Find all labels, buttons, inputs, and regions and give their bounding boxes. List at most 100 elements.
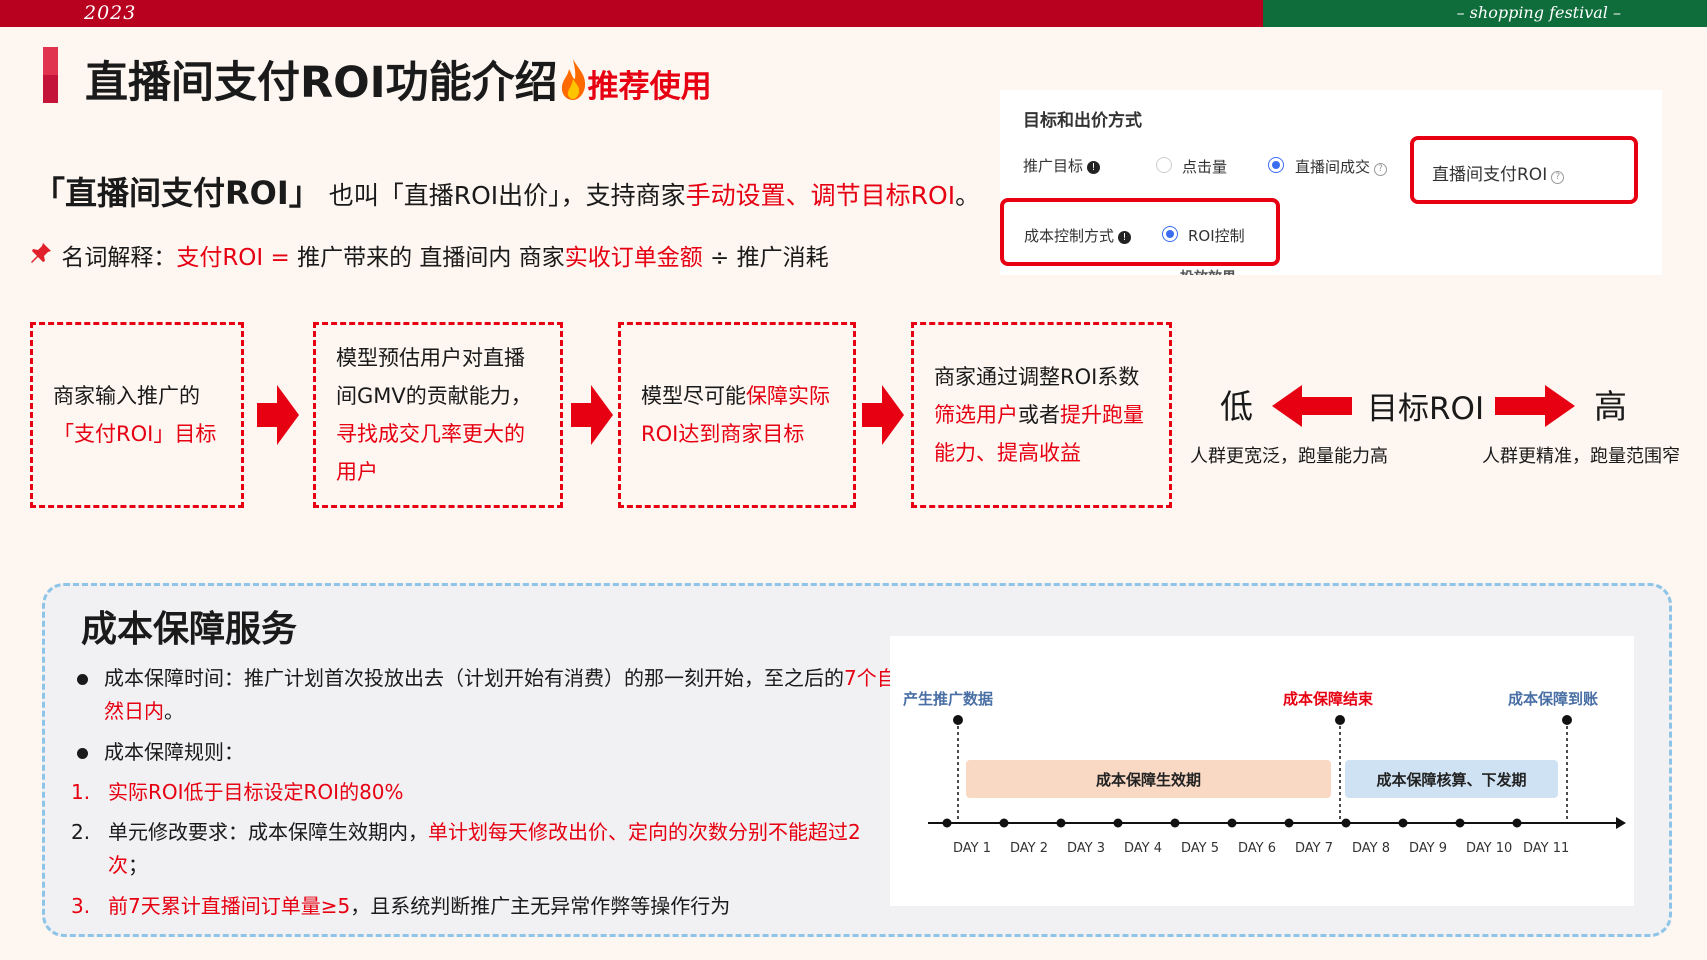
definition-label: 名词解释： [61,245,177,271]
timeline-day-label: DAY 5 [1181,841,1220,856]
timeline-day-label: DAY 9 [1409,841,1448,856]
radio-live-deal[interactable] [1268,157,1284,173]
timeline-day-dot [1113,818,1123,828]
flow-step-4: 商家通过调整ROI系数 筛选用户或者提升跑量能力、提高收益 [911,322,1172,508]
info-icon: ! [1118,231,1132,244]
title-accent-bar [43,47,58,103]
opt-live-deal-label: 直播间成交? [1295,156,1388,177]
opt-live-pay-roi-label: 直播间支付ROI? [1432,160,1565,185]
info-icon: ! [1087,161,1101,174]
banner-year: 2023 [84,2,137,24]
cost-time-end: 。 [164,699,184,723]
cost-protection-section: 成本保障服务 成本保障时间：推广计划首次投放出去（计划开始有消费）的那一刻开始，… [42,583,1672,937]
cost-title: 成本保障服务 [81,609,298,650]
flow-step-1-red: 「支付ROI」目标 [53,422,217,446]
fire-icon [561,59,585,100]
flow-step-4-plain2: 或者 [1018,403,1060,427]
definition-part2: 推广消耗 [736,245,829,271]
timeline-axis-arrow [1616,817,1626,829]
rule-3-tail: ，且系统判断推广主无异常作弊等操作行为 [350,894,731,918]
rule-number: 2. [71,820,91,844]
rule-1-red: 实际ROI低于目标设定ROI的80% [108,780,404,804]
cost-time-label: 成本保障时间：推广计划首次投放出去（计划开始有消费）的那一刻开始，至之后的 [104,666,844,690]
cost-rule-1: 1. 实际ROI低于目标设定ROI的80% [71,776,891,809]
timeline-day-label: DAY 7 [1295,841,1334,856]
timeline-day-dot [1284,818,1294,828]
timeline-day-label: DAY 8 [1352,841,1391,856]
panel-title: 目标和出价方式 [1023,111,1142,131]
opt-roi-control-label: ROI控制 [1188,227,1245,245]
timeline-day-dot [1512,818,1522,828]
timeline-day-label: DAY 11 [1523,841,1570,856]
arrow-right-icon [257,385,299,445]
rule-2-tail: ； [128,853,148,877]
roi-target: 目标ROI [1367,391,1485,427]
pushpin-icon [31,243,51,263]
definition-line: 名词解释：支付ROI = 推广带来的 直播间内 商家实收订单金额 ÷ 推广消耗 [28,238,829,272]
panel-cut-text: 投放效果 [1180,267,1236,275]
page-title: 直播间支付ROI功能介绍 推荐使用 [85,48,712,110]
timeline-day-dot [942,818,952,828]
bullet-dot [77,748,88,759]
definition-divide: ÷ [702,245,737,271]
arrow-right-icon [862,385,904,445]
timeline-day-label: DAY 6 [1238,841,1277,856]
cost-rule-2: 2. 单元修改要求：成本保障生效期内，单计划每天修改出价、定向的次数分别不能超过… [71,816,891,882]
arrow-right-icon [571,385,613,445]
top-banner-red [0,0,1263,27]
timeline-day-dot [999,818,1009,828]
definition-formula-lhs: 支付ROI = [176,245,290,271]
radio-clicks[interactable] [1156,157,1172,173]
cost-rule-3: 3. 前7天累计直播间订单量≥5，且系统判断推广主无异常作弊等操作行为 [71,890,891,923]
recommend-tag: 推荐使用 [587,69,712,105]
flow-step-1-text: 商家输入推广的 [53,384,200,408]
marker-start-dot [953,715,963,725]
goal-label: 推广目标! [1023,155,1101,176]
help-icon: ? [1551,171,1565,184]
flow-step-2: 模型预估用户对直播间GMV的贡献能力， 寻找成交几率更大的用户 [313,322,563,508]
roi-high-caption: 人群更精准，跑量范围窄 [1482,446,1680,467]
intro-name: 「直播间支付ROI」 [33,174,321,212]
definition-part1: 推广带来的 直播间内 商家 [289,245,565,271]
timeline-day-label: DAY 3 [1067,841,1106,856]
flow-step-1: 商家输入推广的 「支付ROI」目标 [30,322,244,508]
intro-highlight: 手动设置、调节目标ROI [685,181,956,210]
top-banner: 2023 – shopping festival – [0,0,1707,27]
timeline-day-label: DAY 2 [1010,841,1049,856]
roi-high: 高 [1594,387,1627,426]
timeline-day-dot [1455,818,1465,828]
cost-rule-bullet: 成本保障规则： [77,736,897,769]
cost-time-bullet: 成本保障时间：推广计划首次投放出去（计划开始有消费）的那一刻开始，至之后的7个自… [77,662,897,728]
timeline-day-dot [1170,818,1180,828]
highlight-roi-control[interactable]: 成本控制方式! ROI控制 [1000,198,1280,266]
bidding-settings-panel: 目标和出价方式 推广目标! 点击量 直播间成交? 直播间支付ROI? 投放效果 … [1000,90,1662,275]
highlight-live-pay-roi[interactable]: 直播间支付ROI? [1410,136,1638,204]
definition-highlight: 实收订单金额 [564,245,703,271]
flow-step-2-red: 寻找成交几率更大的用户 [336,422,525,484]
marker-paid-dot [1562,715,1572,725]
timeline-axis [928,715,1626,829]
flow-step-3-text: 模型尽可能 [641,384,746,408]
timeline-day-dot [1341,818,1351,828]
flow-step-4-text: 商家通过调整ROI系数 [934,365,1140,389]
cost-rule-label: 成本保障规则： [104,740,244,764]
timeline-day-dot [1056,818,1066,828]
arrow-left-icon [1272,385,1352,427]
roi-low-caption: 人群更宽泛，跑量能力高 [1190,446,1388,467]
rule-3-red: 前7天累计直播间订单量≥5 [108,894,351,918]
radio-roi-control[interactable] [1162,226,1178,242]
page-title-text: 直播间支付ROI功能介绍 [85,58,558,108]
timeline-day-label: DAY 10 [1466,841,1513,856]
cost-label: 成本控制方式! [1024,225,1132,246]
flow-step-4-red1: 筛选用户 [934,403,1018,427]
timeline-day-dot [1398,818,1408,828]
intro-also-called: 也叫「直播ROI出价」，支持商家 [328,181,686,210]
timeline-day-label: DAY 4 [1124,841,1163,856]
help-icon: ? [1374,163,1388,176]
intro-end: 。 [955,181,981,210]
flow-step-3: 模型尽可能保障实际ROI达到商家目标 [618,322,856,508]
arrow-right-icon [1495,385,1575,427]
timeline-day-dot [1227,818,1237,828]
cost-timeline: 产生推广数据 成本保障结束 成本保障到账 成本保障生效期 成本保障核算、下发期 … [890,636,1634,906]
marker-end-dot [1335,715,1345,725]
